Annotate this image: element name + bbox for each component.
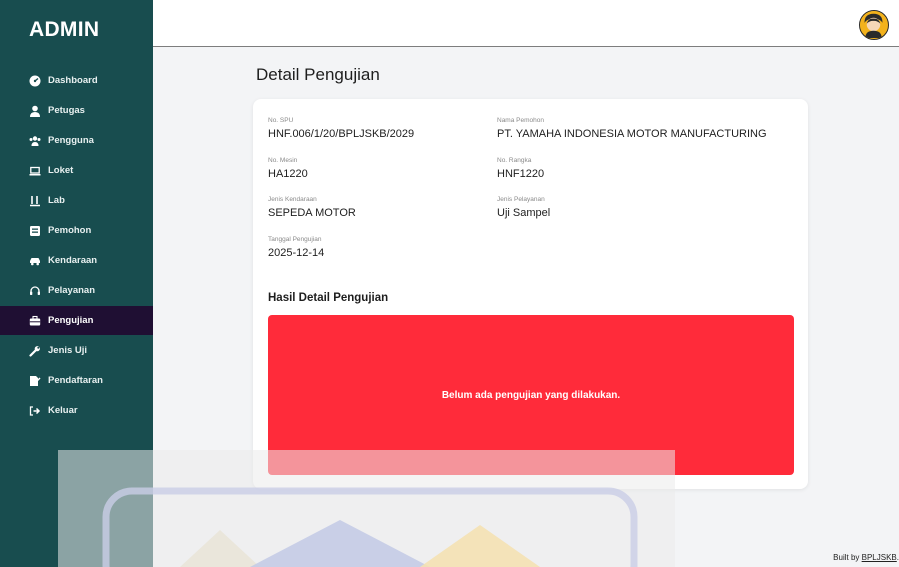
laptop-icon [29, 165, 41, 177]
dashboard-icon [29, 75, 41, 87]
avatar[interactable] [859, 10, 889, 40]
sidebar-menu: Dashboard Petugas Pengguna Loket Lab Pem… [0, 66, 153, 425]
footer-prefix: Built by [833, 553, 862, 562]
watermark-logo-icon [102, 487, 638, 567]
field-label: Jenis Pelayanan [497, 196, 545, 203]
sidebar-item-lab[interactable]: Lab [0, 186, 153, 215]
hasil-section-title: Hasil Detail Pengujian [268, 292, 389, 304]
user-tie-icon [29, 105, 41, 117]
sidebar-item-label: Pemohon [48, 225, 92, 236]
sidebar-item-label: Petugas [48, 105, 85, 116]
sidebar-item-kendaraan[interactable]: Kendaraan [0, 246, 153, 275]
field-nama-pemohon: Nama Pemohon PT. YAMAHA INDONESIA MOTOR … [497, 117, 767, 140]
field-label: No. Rangka [497, 157, 532, 164]
sidebar-item-pemohon[interactable]: Pemohon [0, 216, 153, 245]
field-value: 2025-12-14 [268, 247, 325, 259]
field-label: No. SPU [268, 117, 294, 124]
sidebar-item-label: Keluar [48, 405, 78, 416]
field-no-spu: No. SPU HNF.006/1/20/BPLJSKB/2029 [268, 117, 414, 140]
field-label: Nama Pemohon [497, 117, 544, 124]
sidebar-item-label: Pendaftaran [48, 375, 103, 386]
brand-title: ADMIN [0, 0, 153, 47]
users-icon [29, 135, 41, 147]
id-card-icon [29, 225, 41, 237]
user-avatar-icon [860, 11, 887, 38]
sidebar-item-label: Lab [48, 195, 65, 206]
sidebar-item-label: Kendaraan [48, 255, 98, 266]
sidebar-item-pengujian[interactable]: Pengujian [0, 306, 153, 335]
briefcase-icon [29, 315, 41, 327]
sidebar-item-jenis-uji[interactable]: Jenis Uji [0, 336, 153, 365]
headset-icon [29, 285, 41, 297]
sidebar-item-dashboard[interactable]: Dashboard [0, 66, 153, 95]
empty-results-alert: Belum ada pengujian yang dilakukan. [268, 315, 794, 475]
field-jenis-kendaraan: Jenis Kendaraan SEPEDA MOTOR [268, 196, 356, 219]
sidebar-item-label: Dashboard [48, 75, 98, 86]
field-value: PT. YAMAHA INDONESIA MOTOR MANUFACTURING [497, 128, 767, 140]
sidebar-item-pendaftaran[interactable]: Pendaftaran [0, 366, 153, 395]
sidebar-item-pelayanan[interactable]: Pelayanan [0, 276, 153, 305]
empty-results-message: Belum ada pengujian yang dilakukan. [441, 389, 621, 401]
wrench-icon [29, 345, 41, 357]
sidebar-item-loket[interactable]: Loket [0, 156, 153, 185]
sidebar-item-label: Pengguna [48, 135, 94, 146]
field-label: Tanggal Pengujian [268, 236, 322, 243]
sidebar-item-label: Pengujian [48, 315, 94, 326]
sidebar-item-label: Pelayanan [48, 285, 95, 296]
car-icon [29, 255, 41, 267]
field-label: No. Mesin [268, 157, 298, 164]
file-signature-icon [29, 375, 41, 387]
sidebar-item-petugas[interactable]: Petugas [0, 96, 153, 125]
footer: Built by BPLJSKB. [833, 553, 899, 562]
field-value: SEPEDA MOTOR [268, 207, 356, 219]
field-value: HA1220 [268, 168, 308, 180]
sidebar: ADMIN Dashboard Petugas Pengguna Loket L… [0, 0, 153, 567]
field-tanggal-pengujian: Tanggal Pengujian 2025-12-14 [268, 236, 324, 259]
footer-link[interactable]: BPLJSKB [862, 553, 897, 562]
topbar [153, 0, 899, 47]
sign-out-icon [29, 405, 41, 417]
field-label: Jenis Kendaraan [268, 196, 317, 203]
sidebar-item-label: Jenis Uji [48, 345, 88, 356]
field-value: HNF.006/1/20/BPLJSKB/2029 [268, 128, 415, 140]
page-title: Detail Pengujian [256, 65, 380, 84]
sidebar-item-pengguna[interactable]: Pengguna [0, 126, 153, 155]
field-no-rangka: No. Rangka HNF1220 [497, 157, 544, 180]
field-no-mesin: No. Mesin HA1220 [268, 157, 308, 180]
field-value: Uji Sampel [497, 207, 551, 219]
field-jenis-pelayanan: Jenis Pelayanan Uji Sampel [497, 196, 550, 219]
field-value: HNF1220 [497, 168, 545, 180]
sidebar-item-keluar[interactable]: Keluar [0, 396, 153, 425]
flask-icon [29, 195, 41, 207]
sidebar-item-label: Loket [48, 165, 74, 176]
